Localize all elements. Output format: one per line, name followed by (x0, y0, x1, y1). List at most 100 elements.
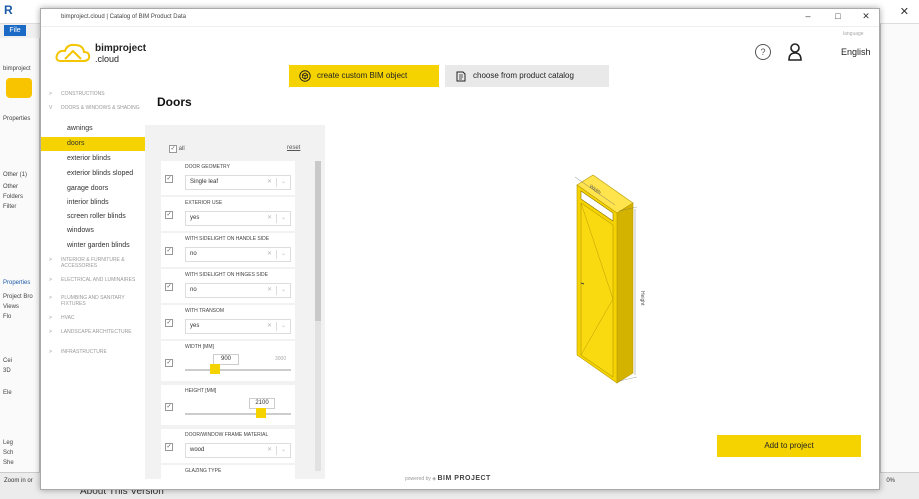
chevron-down-icon[interactable]: ⌄ (281, 212, 286, 225)
exterior-use-select[interactable]: yes ✕ ⌄ (185, 211, 291, 226)
choose-from-catalog-button[interactable]: choose from product catalog (445, 65, 609, 87)
host-label[interactable]: Properties (3, 280, 30, 286)
width-slider-handle[interactable] (209, 364, 220, 374)
host-label: Other (3, 184, 19, 190)
host-label[interactable]: Cei (3, 358, 12, 364)
filter-transom: ✓ WITH TRANSOM yes ✕ ⌄ (161, 305, 295, 339)
scrollbar-thumb[interactable] (315, 161, 321, 321)
chevron-right-icon: > (49, 91, 52, 97)
checkbox[interactable]: ✓ (165, 211, 173, 219)
select-divider (276, 322, 277, 331)
door-3d-preview[interactable]: Width Height (541, 159, 681, 409)
chevron-down-icon[interactable]: ⌄ (281, 176, 286, 189)
select-divider (276, 214, 277, 223)
language-selector[interactable]: English (841, 47, 871, 57)
nav-category-label: LANDSCAPE ARCHITECTURE (61, 329, 132, 335)
logo-text-main: bimproject (95, 43, 147, 54)
checkbox[interactable]: ✓ (165, 175, 173, 183)
checkbox[interactable]: ✓ (165, 319, 173, 327)
select-divider (276, 178, 277, 187)
host-label[interactable]: Sch (3, 450, 13, 456)
host-label: Project Bro (3, 294, 33, 300)
chevron-right-icon: > (49, 315, 52, 321)
transom-select[interactable]: yes ✕ ⌄ (185, 319, 291, 334)
filter-label: WIDTH [mm] (185, 344, 214, 350)
clear-icon[interactable]: ✕ (267, 444, 272, 457)
nav-item-screen-roller-blinds[interactable]: screen roller blinds (67, 213, 126, 220)
checkbox[interactable]: ✓ (165, 359, 173, 367)
sidelight-handle-select[interactable]: no ✕ ⌄ (185, 247, 291, 262)
host-plugin-icon[interactable] (6, 78, 32, 98)
category-nav: > CONSTRUCTIONS v DOORS & WINDOWS & SHAD… (41, 89, 151, 479)
help-icon[interactable]: ? (755, 44, 771, 60)
door-model (576, 174, 634, 384)
filter-sidelight-hinges: ✓ WITH SIDELIGHT ON HINGES SIDE no ✕ ⌄ (161, 269, 295, 303)
checkbox[interactable]: ✓ (169, 145, 177, 153)
host-label[interactable]: Ele (3, 390, 12, 396)
frame-material-select[interactable]: wood ✕ ⌄ (185, 443, 291, 458)
bimproject-logo[interactable]: bimproject .cloud (55, 37, 155, 67)
filter-exterior-use: ✓ EXTERIOR USE yes ✕ ⌄ (161, 197, 295, 231)
chevron-down-icon[interactable]: ⌄ (281, 284, 286, 297)
nav-item-interior-blinds[interactable]: interior blinds (67, 199, 109, 206)
width-slider-track[interactable] (185, 369, 291, 371)
host-label[interactable]: Leg (3, 440, 13, 446)
nav-item-winter-garden-blinds[interactable]: winter garden blinds (67, 242, 130, 249)
filter-label: DOOR GEOMETRY (185, 164, 230, 170)
host-label[interactable]: Views (3, 304, 19, 310)
filter-sidelight-handle: ✓ WITH SIDELIGHT ON HANDLE SIDE no ✕ ⌄ (161, 233, 295, 267)
height-slider-handle[interactable] (256, 408, 267, 418)
nav-item-exterior-blinds[interactable]: exterior blinds (67, 155, 111, 162)
filter-door-geometry: ✓ DOOR GEOMETRY Single leaf ✕ ⌄ (161, 161, 295, 195)
nav-category-label: CONSTRUCTIONS (61, 91, 105, 97)
clear-icon[interactable]: ✕ (267, 284, 272, 297)
clear-icon[interactable]: ✕ (267, 212, 272, 225)
user-icon[interactable] (788, 43, 802, 61)
select-value: yes (190, 215, 200, 221)
create-custom-object-button[interactable]: create custom BIM object (289, 65, 439, 87)
chevron-down-icon[interactable]: ⌄ (281, 320, 286, 333)
maximize-button[interactable]: □ (831, 11, 845, 21)
cloud-logo-icon (55, 43, 91, 62)
nav-item-windows[interactable]: windows (67, 227, 94, 234)
chevron-down-icon: v (49, 105, 53, 111)
chevron-down-icon[interactable]: ⌄ (281, 444, 286, 457)
add-to-project-button[interactable]: Add to project (717, 435, 861, 457)
host-logo: R (4, 3, 13, 17)
close-button[interactable]: ✕ (859, 11, 873, 22)
checkbox[interactable]: ✓ (165, 443, 173, 451)
select-all-row[interactable]: ✓ all (169, 145, 185, 153)
height-slider-track[interactable] (185, 413, 291, 415)
host-label[interactable]: Flo (3, 314, 11, 320)
filter-label: WITH SIDELIGHT ON HANDLE SIDE (185, 236, 270, 242)
filter-label: DOOR/WINDOW FRAME MATERIAL (185, 432, 269, 438)
chevron-down-icon[interactable]: ⌄ (281, 248, 286, 261)
clear-icon[interactable]: ✕ (267, 176, 272, 189)
nav-item-garage-doors[interactable]: garage doors (67, 185, 108, 192)
host-label[interactable]: She (3, 460, 14, 466)
host-label[interactable]: 3D (3, 368, 11, 374)
checkbox[interactable]: ✓ (165, 283, 173, 291)
minimize-button[interactable]: – (801, 11, 815, 21)
filter-scrollbar[interactable] (315, 161, 321, 471)
door-geometry-select[interactable]: Single leaf ✕ ⌄ (185, 175, 291, 190)
checkbox[interactable]: ✓ (165, 247, 173, 255)
nav-item-doors[interactable]: doors (41, 137, 145, 151)
checkbox[interactable]: ✓ (165, 403, 173, 411)
nav-category-label: ELECTRICAL AND LUMINAIRES (61, 277, 136, 283)
host-file-tab[interactable]: File (4, 25, 26, 36)
nav-item-exterior-blinds-sloped[interactable]: exterior blinds sloped (67, 170, 133, 177)
clear-icon[interactable]: ✕ (267, 320, 272, 333)
clear-icon[interactable]: ✕ (267, 248, 272, 261)
height-dimension-label: Height (639, 291, 645, 306)
sidelight-hinges-select[interactable]: no ✕ ⌄ (185, 283, 291, 298)
host-close-button[interactable]: ✕ (900, 5, 909, 18)
select-divider (276, 446, 277, 455)
nav-category-label: PLUMBING AND SANITARY FIXTURES (61, 295, 125, 307)
select-value: wood (190, 447, 205, 453)
filter-frame-material: ✓ DOOR/WINDOW FRAME MATERIAL wood ✕ ⌄ (161, 429, 295, 463)
select-all-label: all (178, 146, 185, 152)
nav-item-awnings[interactable]: awnings (67, 125, 93, 132)
filter-label: WITH SIDELIGHT ON HINGES SIDE (185, 272, 268, 278)
reset-link[interactable]: reset (287, 145, 300, 151)
